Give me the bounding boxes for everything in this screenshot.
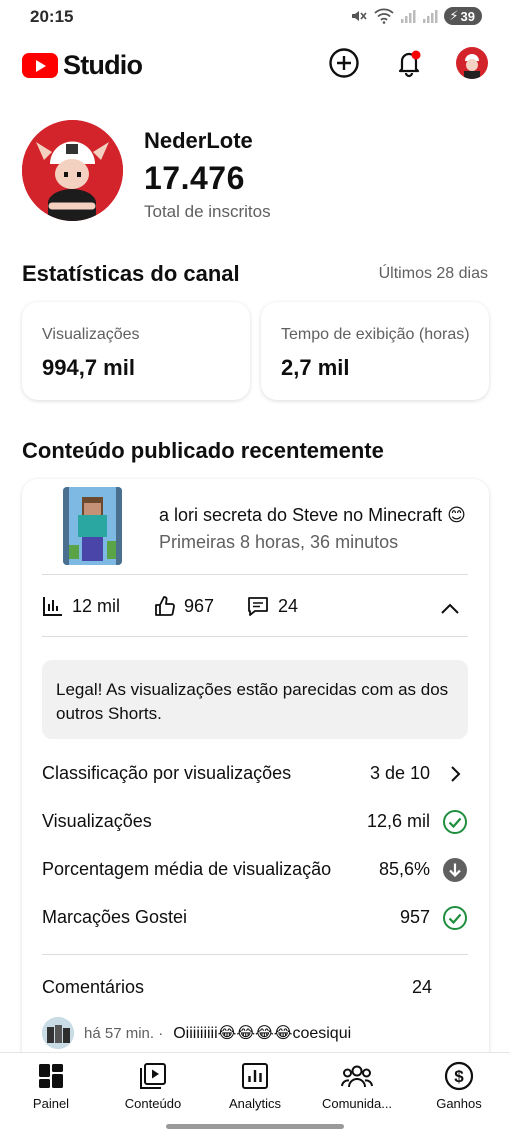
signal-icon — [401, 10, 416, 23]
video-metrics: 12 mil 967 24 — [42, 595, 468, 623]
analytics-icon — [205, 1061, 305, 1091]
earnings-icon: $ — [409, 1061, 509, 1091]
nav-label: Ganhos — [436, 1096, 482, 1111]
ranking-row[interactable]: Classificação por visualizações 3 de 10 — [42, 759, 468, 789]
video-thumbnail[interactable] — [63, 487, 122, 565]
comments-metric: 24 — [246, 595, 298, 617]
home-indicator — [166, 1124, 344, 1129]
youtube-logo-icon — [22, 53, 58, 78]
svg-text:$: $ — [454, 1067, 464, 1086]
chevron-up-icon — [441, 603, 459, 614]
recent-video-card: a lori secreta do Steve no Minecraft 😊 P… — [22, 479, 489, 1079]
recent-content-title: Conteúdo publicado recentemente — [22, 438, 384, 463]
arrow-down-circle-icon — [442, 857, 468, 883]
comments-count: 24 — [278, 595, 299, 616]
stat-value: 994,7 mil — [42, 355, 135, 380]
comment-text: Oiiiiiiiii😂😂😂😂coesiqui — [173, 1025, 352, 1042]
views-metric: 12 mil — [42, 595, 120, 617]
row-value: 957 — [399, 907, 430, 927]
bolt-icon: ⚡ — [449, 8, 459, 23]
create-button[interactable] — [327, 46, 361, 80]
stat-value: 2,7 mil — [281, 355, 350, 380]
plus-circle-icon — [329, 48, 359, 78]
row-label: Classificação por visualizações — [42, 763, 292, 783]
likes-metric: 967 — [154, 595, 214, 617]
row-label: Porcentagem média de visualização — [42, 859, 332, 879]
stat-card-watch-time[interactable]: Tempo de exibição (horas) 2,7 mil — [261, 302, 489, 400]
dashboard-icon — [1, 1061, 101, 1091]
nav-label: Comunida... — [321, 1096, 393, 1111]
latest-comment[interactable]: há 57 min. · Oiiiiiiiii😂😂😂😂coesiqui — [42, 1017, 468, 1049]
row-value: 85,6% — [378, 859, 430, 879]
status-bar: 20:15 ⚡ 39 — [0, 0, 510, 34]
subscriber-count: 17.476 — [144, 160, 245, 196]
signal-icon-2 — [423, 10, 438, 23]
youtube-studio-logo[interactable]: Studio — [22, 50, 143, 81]
comments-row[interactable]: Comentários 24 — [42, 973, 468, 1003]
stat-label: Tempo de exibição (horas) — [281, 326, 470, 343]
row-value: 12,6 mil — [366, 811, 430, 831]
stat-label: Visualizações — [42, 326, 140, 343]
notifications-button[interactable] — [392, 46, 426, 80]
mute-icon — [352, 11, 368, 21]
video-title[interactable]: a lori secreta do Steve no Minecraft 😊 — [159, 505, 471, 526]
account-button[interactable] — [455, 46, 489, 80]
nav-ganhos[interactable]: $ Ganhos — [409, 1061, 509, 1111]
likes-row: Marcações Gostei 957 — [42, 903, 468, 933]
channel-header: NederLote 17.476 Total de inscritos — [22, 120, 492, 224]
content-icon — [103, 1061, 203, 1091]
views-count: 12 mil — [72, 595, 121, 616]
commenter-avatar — [42, 1017, 74, 1049]
thumbs-up-icon — [155, 596, 175, 616]
nav-conteudo[interactable]: Conteúdo — [103, 1061, 203, 1111]
studio-logo-text: Studio — [63, 50, 143, 80]
nav-analytics[interactable]: Analytics — [205, 1061, 305, 1111]
collapse-button[interactable] — [438, 597, 462, 626]
check-circle-icon — [442, 905, 468, 931]
nav-comunidade[interactable]: Comunida... — [307, 1061, 407, 1111]
video-subtitle: Primeiras 8 horas, 36 minutos — [159, 532, 399, 552]
chevron-right-icon — [442, 761, 468, 787]
comment-meta: há 57 min. · — [84, 1024, 164, 1042]
nav-label: Analytics — [228, 1096, 282, 1111]
divider — [42, 954, 468, 955]
stats-period: Últimos 28 dias — [378, 265, 488, 282]
subscriber-label: Total de inscritos — [144, 202, 271, 221]
bar-chart-icon — [43, 597, 62, 616]
row-label: Visualizações — [42, 811, 152, 831]
status-icons: ⚡ 39 — [350, 7, 482, 25]
nav-painel[interactable]: Painel — [1, 1061, 101, 1111]
row-value: 24 — [411, 977, 432, 997]
check-circle-icon — [442, 809, 468, 835]
insight-banner: Legal! As visualizações estão parecidas … — [42, 660, 468, 739]
row-value: 3 de 10 — [369, 763, 430, 783]
bell-icon — [398, 50, 421, 78]
app-bar: Studio — [0, 40, 510, 88]
avg-view-percentage-row: Porcentagem média de visualização 85,6% — [42, 855, 468, 885]
divider — [42, 636, 468, 637]
likes-count: 967 — [184, 595, 215, 616]
views-row: Visualizações 12,6 mil — [42, 807, 468, 837]
battery-indicator: ⚡ 39 — [444, 7, 482, 25]
comment-icon — [248, 597, 268, 616]
avatar — [456, 47, 488, 79]
stat-card-views[interactable]: Visualizações 994,7 mil — [22, 302, 250, 400]
nav-label: Conteúdo — [124, 1096, 182, 1111]
channel-avatar[interactable] — [22, 120, 123, 221]
channel-name: NederLote — [144, 128, 253, 153]
stats-title: Estatísticas do canal — [22, 261, 240, 286]
status-time: 20:15 — [30, 7, 74, 26]
row-label: Marcações Gostei — [42, 907, 188, 927]
wifi-icon — [374, 8, 395, 24]
community-icon — [307, 1061, 407, 1091]
nav-label: Painel — [32, 1096, 70, 1111]
divider — [42, 574, 468, 575]
battery-level: 39 — [460, 8, 475, 24]
row-label: Comentários — [42, 977, 145, 997]
